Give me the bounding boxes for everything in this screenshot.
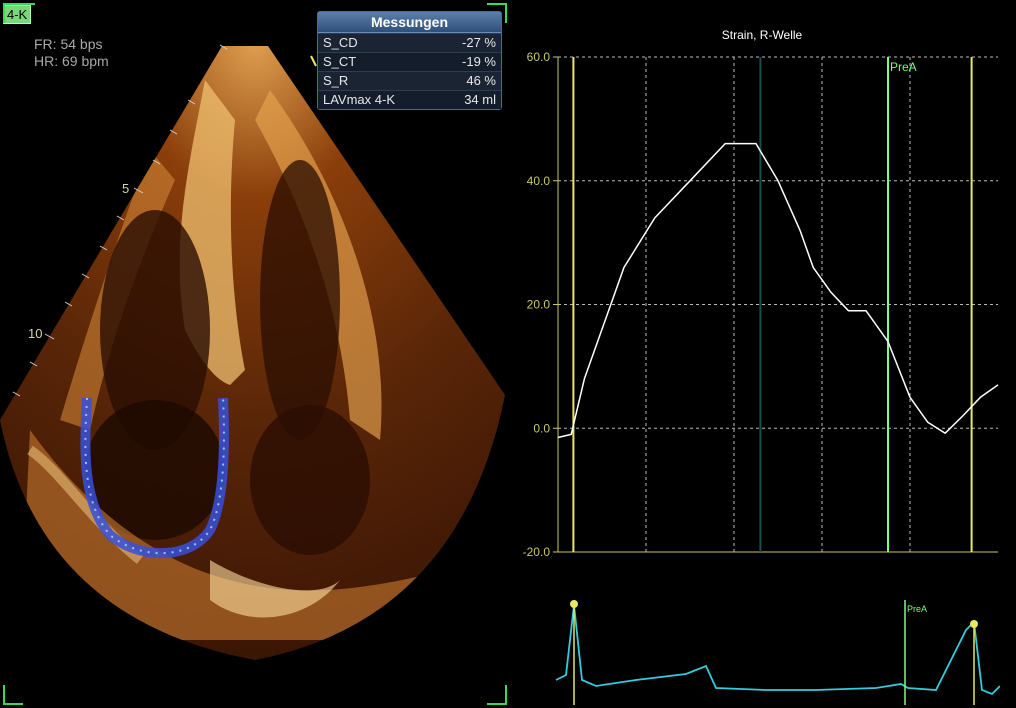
strain-curve (557, 142, 999, 439)
measurement-row[interactable]: S_CT -19 % (318, 52, 501, 71)
frame-corner-bottom-left (3, 685, 23, 705)
measurement-row[interactable]: LAVmax 4-K 34 ml (318, 90, 501, 109)
marker-label: PreA (890, 60, 917, 74)
ecg-r-peak-marker (570, 600, 578, 608)
frame-corner-bottom-right (487, 685, 507, 705)
depth-marker-10: 10 (28, 326, 43, 341)
measurement-row[interactable]: S_CD -27 % (318, 33, 501, 52)
measurement-value: -27 % (462, 35, 496, 50)
heart-rate-text: HR: 69 bpm (34, 53, 109, 69)
measurements-title[interactable]: Messungen (318, 12, 501, 33)
y-tick-label: 0.0 (533, 421, 550, 435)
measurement-row[interactable]: S_R 46 % (318, 71, 501, 90)
measurement-value: 34 ml (464, 92, 496, 107)
ecg-waveform (555, 604, 1000, 696)
measurement-name: S_R (323, 73, 349, 88)
y-tick-label: -20.0 (523, 545, 551, 559)
frame-corner-top-left (3, 3, 35, 23)
measurement-name: LAVmax 4-K (323, 92, 396, 107)
strain-chart[interactable]: 60.0 40.0 20.0 0.0 -20.0 PreA (516, 45, 1000, 560)
measurement-name: S_CD (323, 35, 358, 50)
y-tick-label: 40.0 (527, 174, 551, 188)
measurement-name: S_CT (323, 54, 357, 69)
frame-rate-text: FR: 54 bps (34, 36, 103, 52)
frame-info: FR: 54 bps HR: 69 bpm (34, 36, 109, 70)
ecg-trace: PreA (555, 600, 1000, 705)
ultrasound-sector (0, 46, 505, 660)
measurement-value: 46 % (466, 73, 496, 88)
measurement-value: -19 % (462, 54, 496, 69)
ecg-r-peak-marker (970, 620, 978, 628)
depth-marker-5: 5 (122, 181, 130, 196)
chart-title: Strain, R-Welle (721, 28, 803, 42)
measurements-panel[interactable]: Messungen S_CD -27 % S_CT -19 % S_R 46 %… (317, 11, 502, 110)
y-tick-label: 60.0 (527, 50, 551, 64)
y-tick-label: 20.0 (527, 298, 551, 312)
ecg-prea-label: PreA (907, 604, 927, 614)
